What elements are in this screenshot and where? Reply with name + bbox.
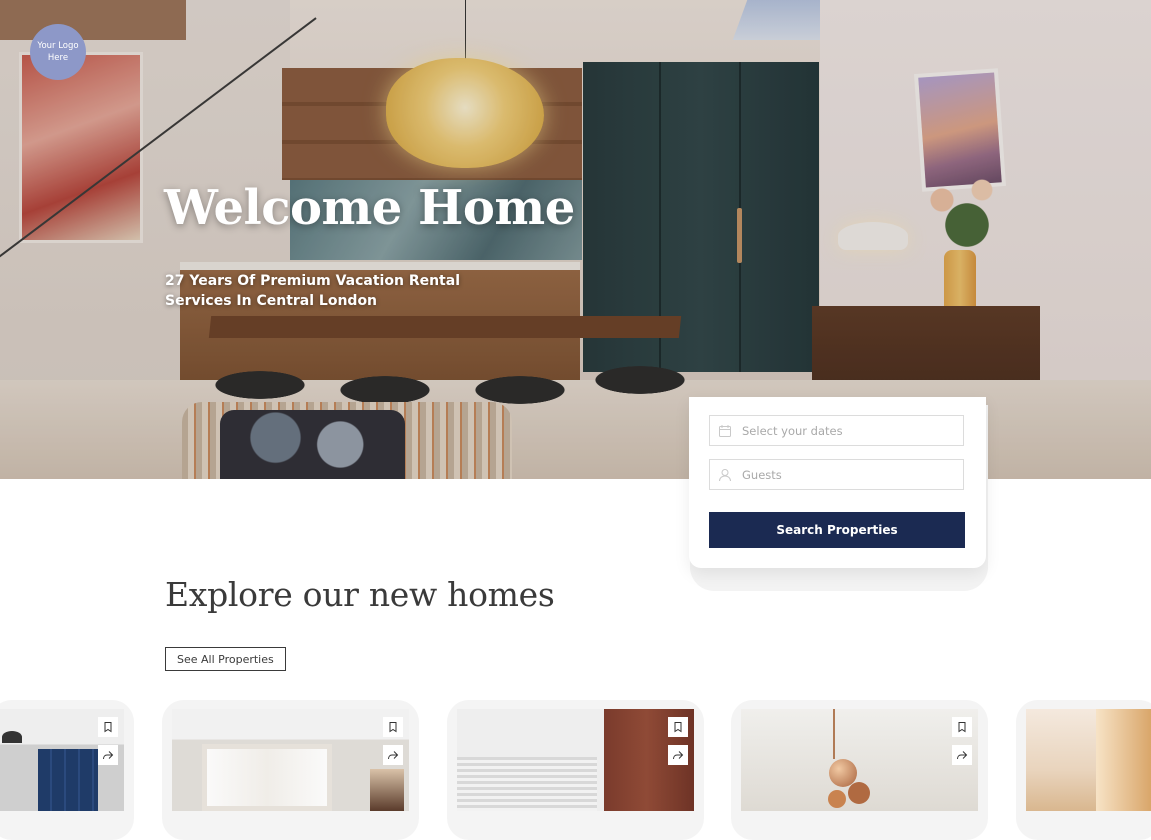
share-icon <box>103 751 114 760</box>
see-all-properties-button[interactable]: See All Properties <box>165 647 286 671</box>
property-card[interactable] <box>1026 709 1151 811</box>
search-properties-button[interactable]: Search Properties <box>709 512 965 548</box>
share-button[interactable] <box>668 745 688 765</box>
bookmark-button[interactable] <box>98 717 118 737</box>
share-button[interactable] <box>383 745 403 765</box>
user-icon <box>719 468 731 481</box>
property-photo <box>457 709 694 811</box>
bookmark-icon <box>389 722 397 733</box>
dates-placeholder: Select your dates <box>742 423 843 438</box>
logo-line-2: Here <box>47 53 69 63</box>
logo-line-1: Your Logo <box>37 41 79 51</box>
bookmark-icon <box>958 722 966 733</box>
guests-field[interactable]: Guests <box>709 459 964 490</box>
property-photo <box>1026 709 1151 811</box>
search-panel: Select your dates Guests Search Properti… <box>689 397 986 568</box>
property-photo <box>741 709 978 811</box>
bookmark-button[interactable] <box>952 717 972 737</box>
share-icon <box>957 751 968 760</box>
share-icon <box>388 751 399 760</box>
hero-title: Welcome Home <box>164 180 575 236</box>
share-button[interactable] <box>952 745 972 765</box>
share-icon <box>673 751 684 760</box>
section-title: Explore our new homes <box>165 575 555 614</box>
bookmark-icon <box>104 722 112 733</box>
property-card[interactable] <box>0 709 124 811</box>
property-card[interactable] <box>741 709 978 811</box>
property-card[interactable] <box>457 709 694 811</box>
bookmark-icon <box>674 722 682 733</box>
share-button[interactable] <box>98 745 118 765</box>
bookmark-button[interactable] <box>383 717 403 737</box>
guests-placeholder: Guests <box>742 467 782 482</box>
property-photo <box>172 709 409 811</box>
hero-subtitle: 27 Years Of Premium Vacation Rental Serv… <box>165 273 460 309</box>
property-card[interactable] <box>172 709 409 811</box>
dates-field[interactable]: Select your dates <box>709 415 964 446</box>
bookmark-button[interactable] <box>668 717 688 737</box>
site-logo[interactable]: Your Logo Here <box>30 24 86 80</box>
calendar-icon <box>719 424 731 437</box>
